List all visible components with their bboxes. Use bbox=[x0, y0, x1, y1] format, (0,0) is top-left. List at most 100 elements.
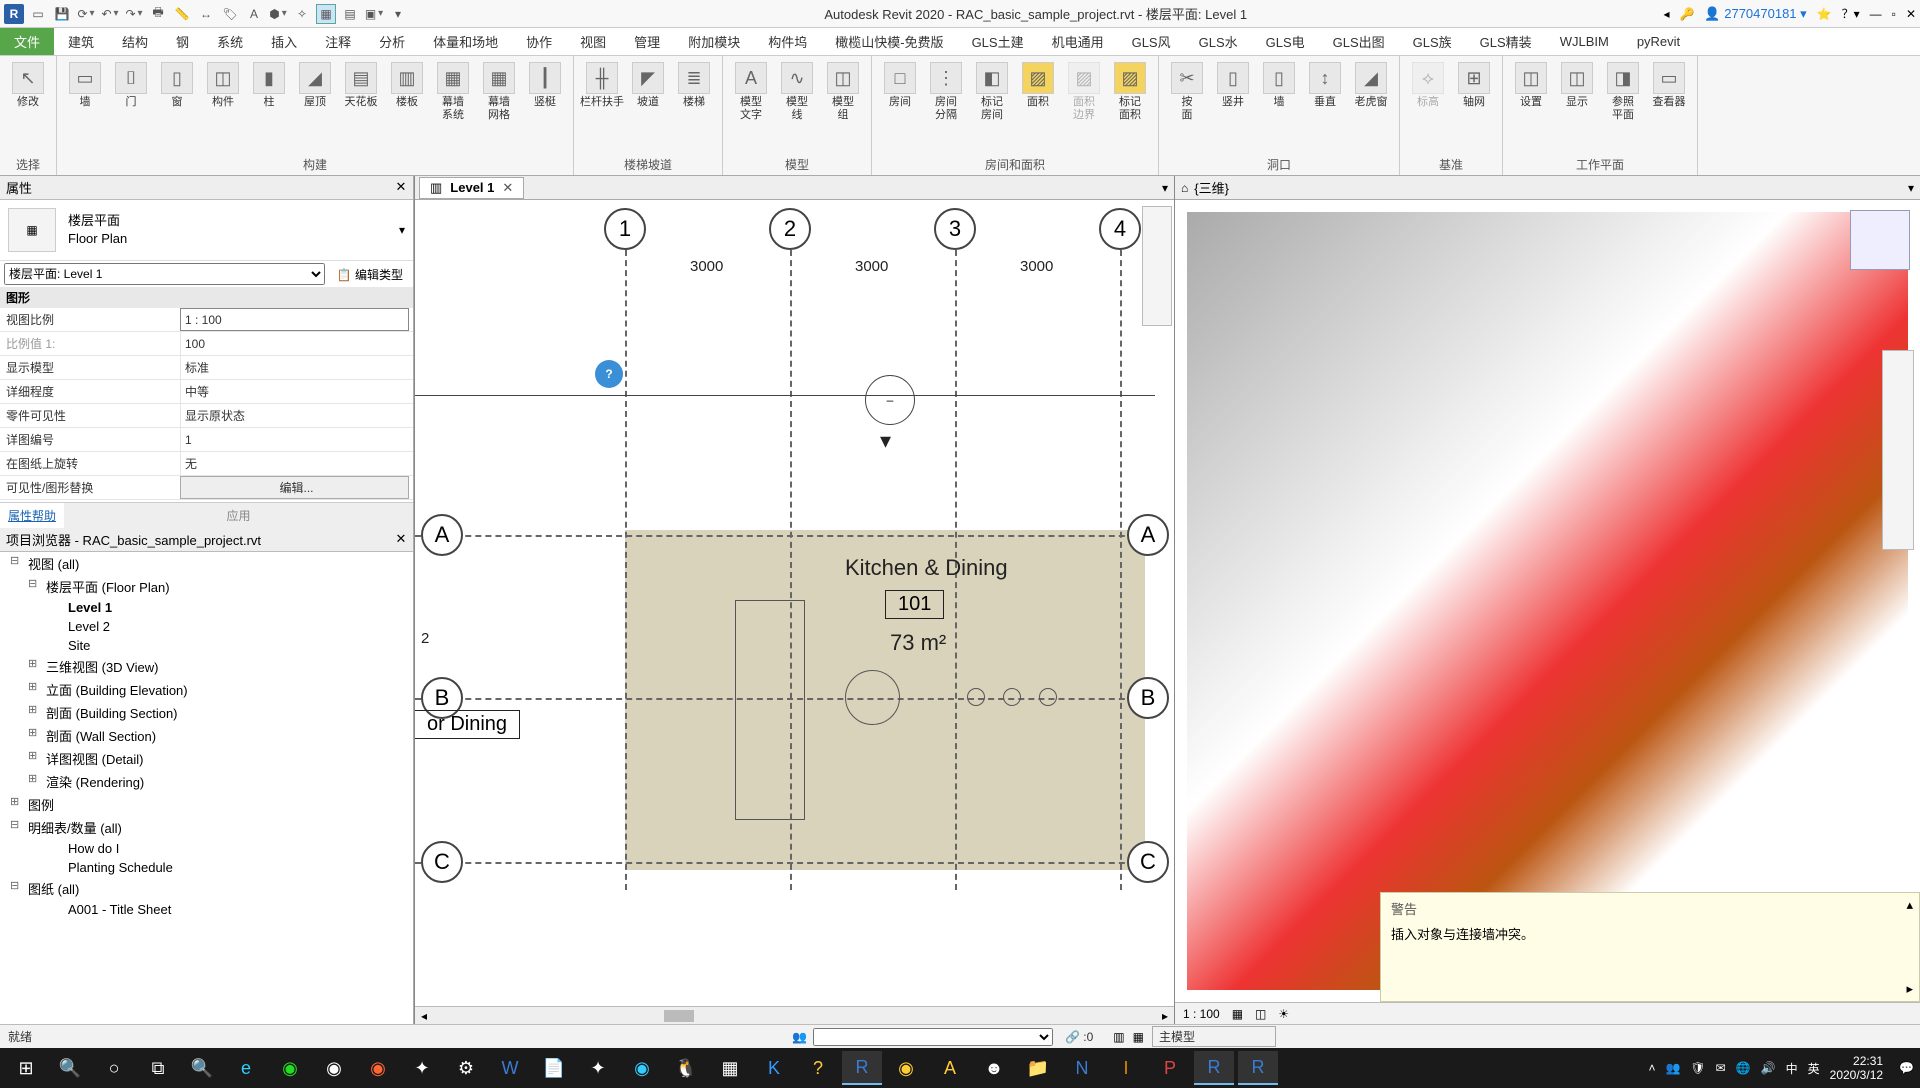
ribbon-tab-13[interactable]: 构件坞 bbox=[754, 28, 821, 55]
canvas-2d[interactable]: 1 2 3 4 3000 3000 3000 A B C A B C ? – bbox=[415, 200, 1174, 1006]
ribbon-button[interactable]: ▨面积 bbox=[1016, 60, 1060, 154]
tray-up-icon[interactable]: ˄ bbox=[1648, 1061, 1655, 1075]
close-inactive-icon[interactable]: ▤ bbox=[340, 4, 360, 24]
ribbon-tab-12[interactable]: 附加模块 bbox=[674, 28, 754, 55]
favorite-icon[interactable]: ⭐ bbox=[1817, 7, 1832, 21]
ribbon-tab-17[interactable]: GLS风 bbox=[1118, 28, 1185, 55]
ribbon-tab-15[interactable]: GLS土建 bbox=[958, 28, 1038, 55]
ribbon-tab-24[interactable]: pyRevit bbox=[1623, 28, 1694, 55]
property-value[interactable]: 编辑... bbox=[180, 476, 409, 499]
app-menu-icon[interactable]: R bbox=[4, 4, 24, 24]
ribbon-button[interactable]: ▤天花板 bbox=[339, 60, 383, 154]
ribbon-button[interactable]: ╫栏杆扶手 bbox=[580, 60, 624, 154]
ribbon-tab-4[interactable]: 系统 bbox=[203, 28, 257, 55]
switch-win-icon[interactable]: ▣▾ bbox=[364, 4, 384, 24]
ribbon-button[interactable]: ∿模型 线 bbox=[775, 60, 819, 154]
view3d-icon[interactable]: ⬢▾ bbox=[268, 4, 288, 24]
ribbon-tab-8[interactable]: 体量和场地 bbox=[419, 28, 512, 55]
clock[interactable]: 22:31 2020/3/12 bbox=[1830, 1054, 1889, 1083]
tree-item[interactable]: 立面 (Building Elevation) bbox=[0, 678, 413, 701]
ribbon-tab-6[interactable]: 注释 bbox=[311, 28, 365, 55]
tray-vol-icon[interactable]: 🔊 bbox=[1761, 1061, 1776, 1075]
ribbon-button[interactable]: ⌷门 bbox=[109, 60, 153, 154]
ribbon-button[interactable]: ◧标记 房间 bbox=[970, 60, 1014, 154]
ribbon-tab-2[interactable]: 结构 bbox=[108, 28, 162, 55]
ribbon-button[interactable]: ▯竖井 bbox=[1211, 60, 1255, 154]
tree-item[interactable]: Level 1 bbox=[0, 598, 413, 617]
type-selector[interactable]: ▦ 楼层平面 Floor Plan ▾ bbox=[0, 200, 413, 261]
ribbon-button[interactable]: ▯窗 bbox=[155, 60, 199, 154]
ribbon-button[interactable]: ◫构件 bbox=[201, 60, 245, 154]
tree-item[interactable]: 详图视图 (Detail) bbox=[0, 747, 413, 770]
ribbon-button[interactable]: ▨标记 面积 bbox=[1108, 60, 1152, 154]
ribbon-tab-21[interactable]: GLS族 bbox=[1399, 28, 1466, 55]
tree-item[interactable]: 明细表/数量 (all) bbox=[0, 816, 413, 839]
minimize-button[interactable]: — bbox=[1870, 7, 1882, 21]
ribbon-tab-16[interactable]: 机电通用 bbox=[1038, 28, 1118, 55]
property-row[interactable]: 可见性/图形替换编辑... bbox=[0, 476, 413, 500]
ribbon-button[interactable]: ✂按 面 bbox=[1165, 60, 1209, 154]
tree-item[interactable]: 渲染 (Rendering) bbox=[0, 770, 413, 793]
qat-more-icon[interactable]: ▾ bbox=[388, 4, 408, 24]
property-row[interactable]: 详图编号1 bbox=[0, 428, 413, 452]
section-icon[interactable]: ✧ bbox=[292, 4, 312, 24]
property-value[interactable]: 标准 bbox=[180, 356, 413, 379]
project-browser[interactable]: 视图 (all)楼层平面 (Floor Plan)Level 1Level 2S… bbox=[0, 552, 413, 1024]
ribbon-tab-20[interactable]: GLS出图 bbox=[1319, 28, 1399, 55]
property-row[interactable]: 比例值 1:100 bbox=[0, 332, 413, 356]
ribbon-button[interactable]: ◫模型 组 bbox=[821, 60, 865, 154]
ribbon-button[interactable]: ▭查看器 bbox=[1647, 60, 1691, 154]
ribbon-button[interactable]: A模型 文字 bbox=[729, 60, 773, 154]
ribbon-button[interactable]: ◢屋顶 bbox=[293, 60, 337, 154]
maximize-button[interactable]: ▫ bbox=[1892, 7, 1896, 21]
text-icon[interactable]: A bbox=[244, 4, 264, 24]
ribbon-button[interactable]: ⊞轴网 bbox=[1452, 60, 1496, 154]
nav-bar-3d[interactable] bbox=[1882, 350, 1914, 550]
main-model[interactable]: 主模型 bbox=[1152, 1026, 1276, 1047]
type-dropdown-icon[interactable]: ▾ bbox=[399, 223, 405, 237]
tray-people-icon[interactable]: 👥 bbox=[1665, 1061, 1680, 1075]
tree-item[interactable]: 视图 (all) bbox=[0, 552, 413, 575]
open-icon[interactable]: ▭ bbox=[28, 4, 48, 24]
instance-select[interactable]: 楼层平面: Level 1 bbox=[4, 263, 325, 285]
scroll-h-2d[interactable]: ◂▸ bbox=[415, 1006, 1174, 1024]
ribbon-button[interactable]: ▮柱 bbox=[247, 60, 291, 154]
property-value[interactable]: 中等 bbox=[180, 380, 413, 403]
scale-label[interactable]: 1 : 100 bbox=[1183, 1007, 1220, 1021]
tag-icon[interactable]: 🏷 bbox=[220, 4, 240, 24]
property-value[interactable]: 1 : 100 bbox=[180, 308, 409, 331]
warning-expand-icon[interactable]: ▸ bbox=[1906, 981, 1913, 997]
ribbon-button[interactable]: ⋮房间 分隔 bbox=[924, 60, 968, 154]
canvas-3d[interactable]: 警告 插入对象与连接墙冲突。 ▸ ▴ bbox=[1175, 200, 1920, 1002]
ribbon-button[interactable]: ◫设置 bbox=[1509, 60, 1553, 154]
print-icon[interactable]: 🖶 bbox=[148, 4, 168, 24]
property-row[interactable]: 在图纸上旋转无 bbox=[0, 452, 413, 476]
help-icon[interactable]: ？▾ bbox=[1842, 5, 1860, 22]
ribbon-tab-19[interactable]: GLS电 bbox=[1252, 28, 1319, 55]
ribbon-button[interactable]: ▦幕墙 系统 bbox=[431, 60, 475, 154]
tray-ime1[interactable]: 中 bbox=[1786, 1060, 1798, 1077]
tree-item[interactable]: 三维视图 (3D View) bbox=[0, 655, 413, 678]
close-button[interactable]: ✕ bbox=[1906, 7, 1916, 21]
vc-detail-icon[interactable]: ▦ bbox=[1232, 1007, 1243, 1021]
tree-item[interactable]: Planting Schedule bbox=[0, 858, 413, 877]
dim-icon[interactable]: ↔ bbox=[196, 4, 216, 24]
ribbon-tab-23[interactable]: WJLBIM bbox=[1546, 28, 1623, 55]
measure-icon[interactable]: 📏 bbox=[172, 4, 192, 24]
tree-item[interactable]: 图例 bbox=[0, 793, 413, 816]
ribbon-button[interactable]: ▨面积 边界 bbox=[1062, 60, 1106, 154]
view-3d-tab[interactable]: {三维} bbox=[1194, 178, 1229, 197]
tree-item[interactable]: 剖面 (Wall Section) bbox=[0, 724, 413, 747]
tree-item[interactable]: A001 - Title Sheet bbox=[0, 900, 413, 919]
viewcube[interactable] bbox=[1850, 210, 1910, 270]
ribbon-tab-7[interactable]: 分析 bbox=[365, 28, 419, 55]
ribbon-tab-5[interactable]: 插入 bbox=[257, 28, 311, 55]
ribbon-button[interactable]: ↖修改 bbox=[6, 60, 50, 154]
help-marker-icon[interactable]: ? bbox=[595, 360, 623, 388]
ribbon-button[interactable]: ┃竖梃 bbox=[523, 60, 567, 154]
view-2d-tab[interactable]: ▥ Level 1 ✕ bbox=[419, 177, 524, 199]
browser-close-icon[interactable]: ✕ bbox=[393, 531, 409, 547]
ribbon-button[interactable]: ◤坡道 bbox=[626, 60, 670, 154]
property-row[interactable]: 详细程度中等 bbox=[0, 380, 413, 404]
warning-collapse-icon[interactable]: ▴ bbox=[1906, 897, 1913, 913]
